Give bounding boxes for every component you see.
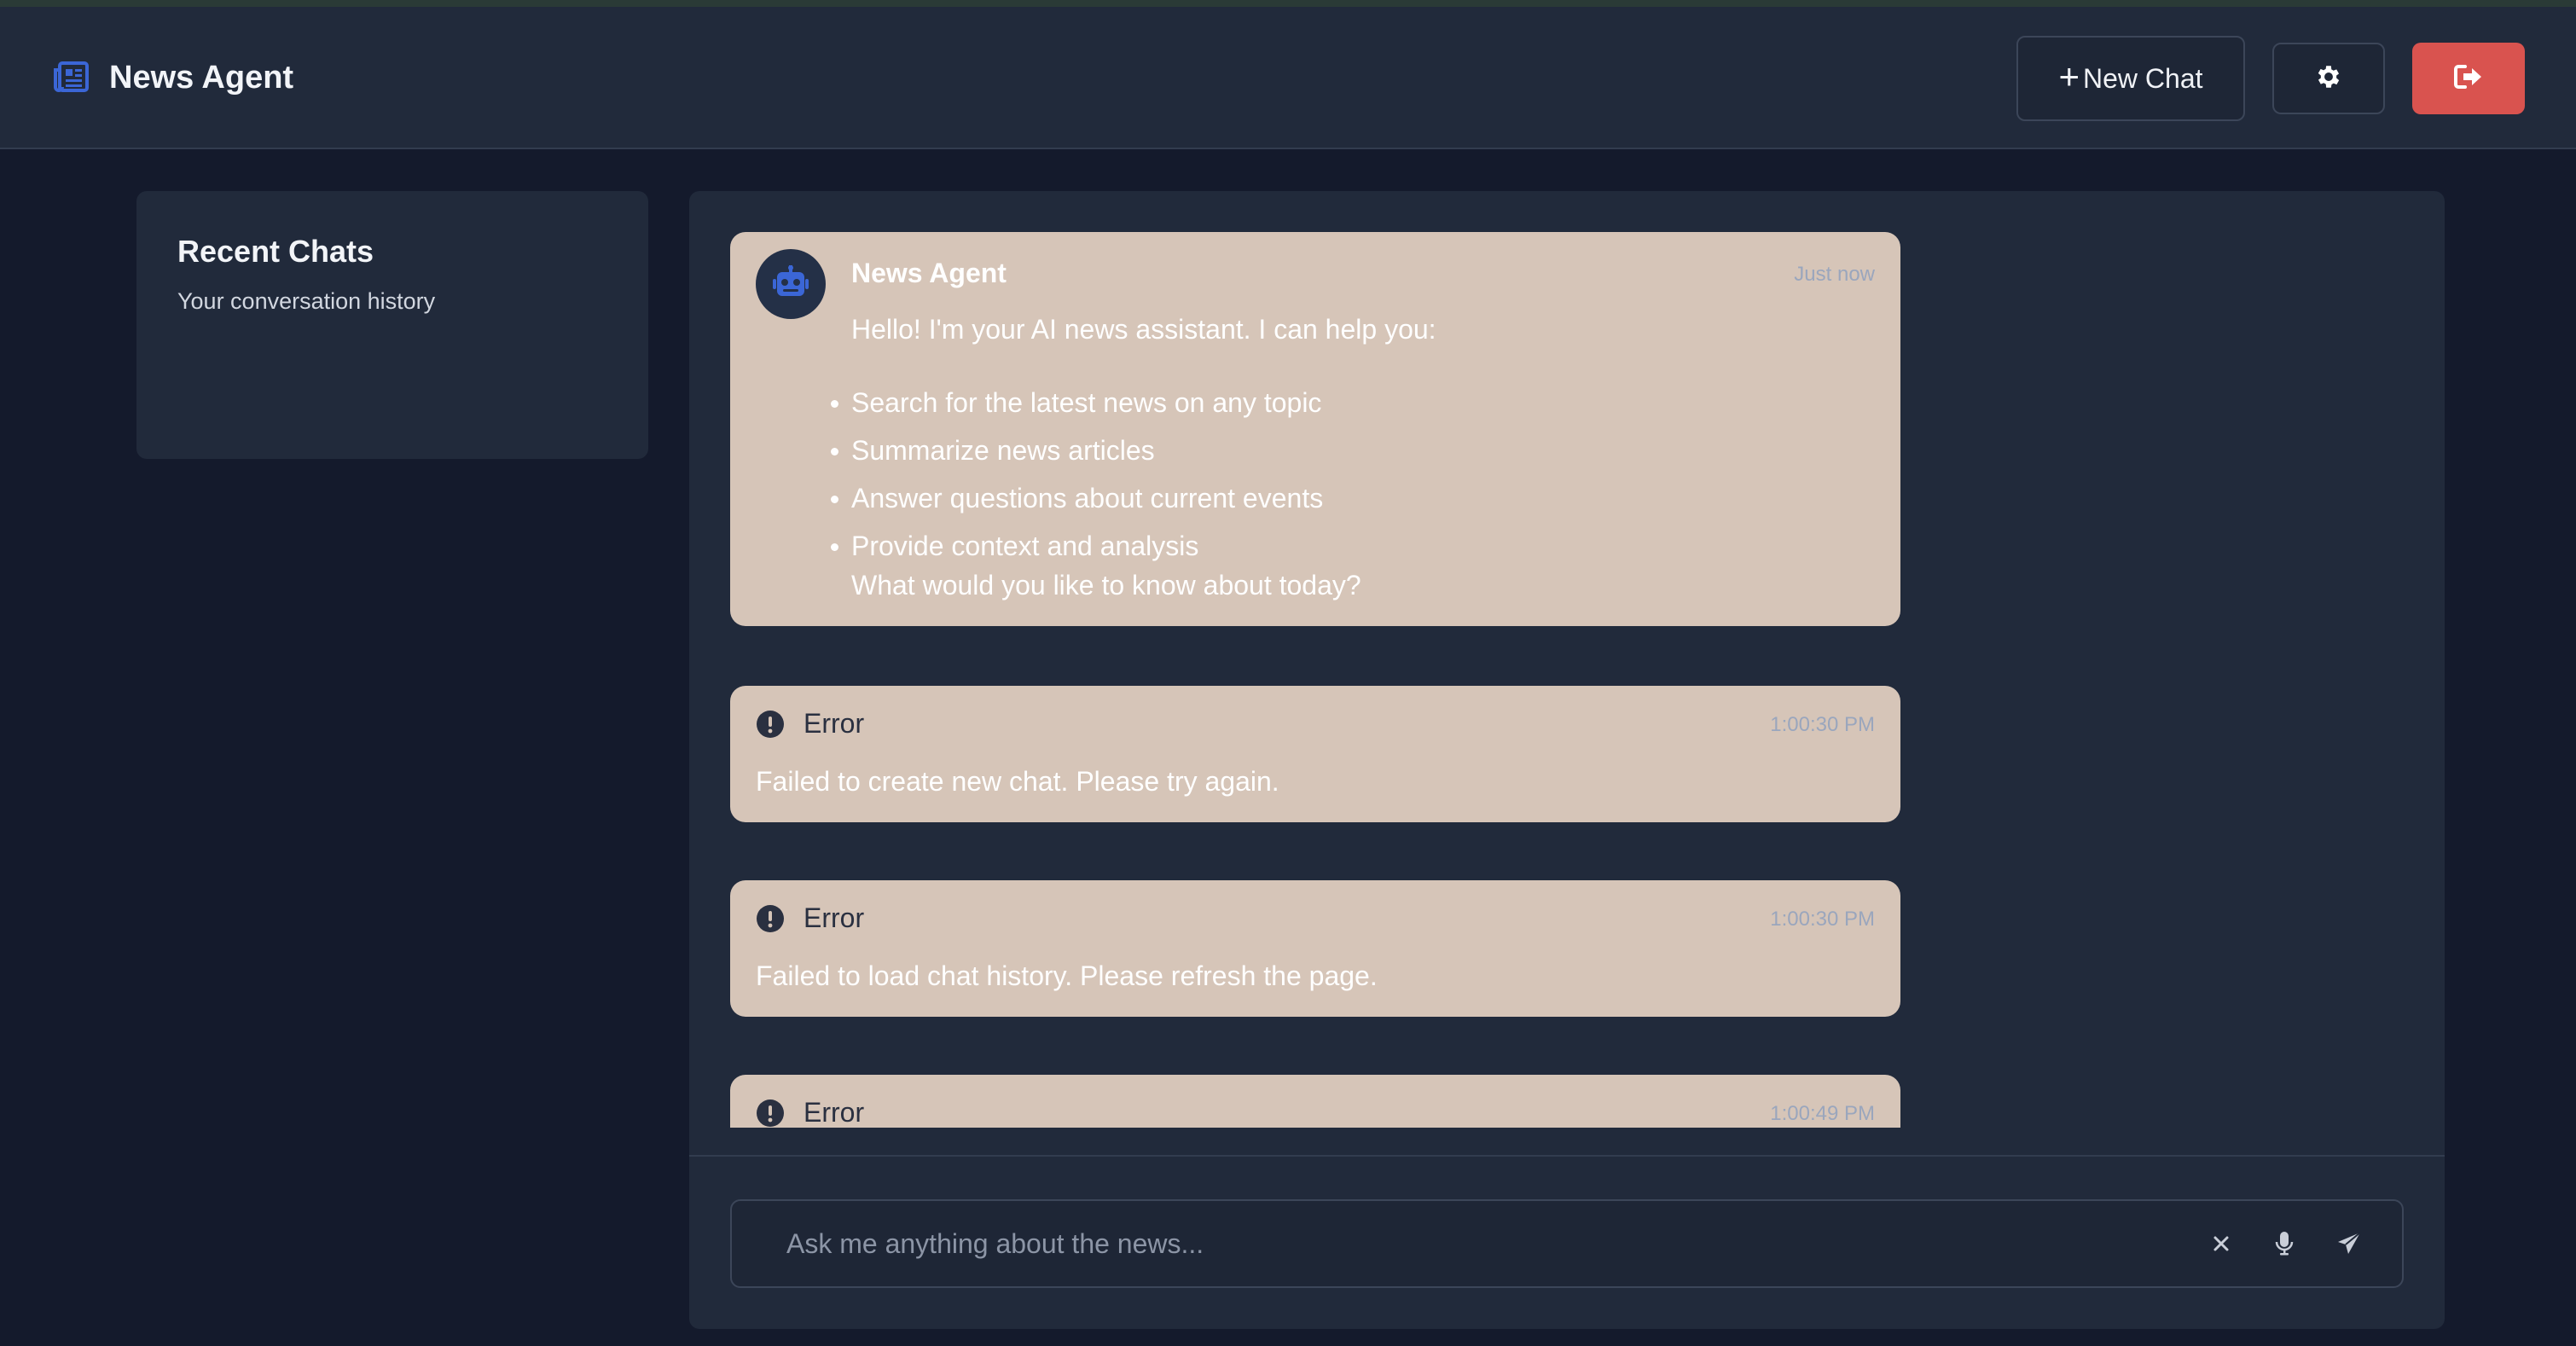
- new-chat-button[interactable]: + New Chat: [2016, 36, 2245, 121]
- error-text: Failed to create new chat. Please try ag…: [756, 766, 1279, 797]
- logout-button[interactable]: [2412, 43, 2525, 114]
- agent-message: News Agent Just now Hello! I'm your AI n…: [730, 232, 1900, 626]
- app-header: News Agent + New Chat: [0, 7, 2576, 149]
- error-title: Error: [804, 708, 865, 739]
- send-icon[interactable]: [2334, 1228, 2364, 1259]
- list-item: Search for the latest news on any topic: [830, 379, 1323, 426]
- message-input[interactable]: [786, 1201, 2151, 1286]
- capabilities-list: Search for the latest news on any topic …: [830, 379, 1323, 570]
- composer-box: [730, 1199, 2404, 1288]
- error-message: Error 1:00:30 PM Failed to load chat his…: [730, 880, 1900, 1017]
- logout-icon: [2453, 63, 2484, 95]
- message-outro: What would you like to know about today?: [851, 570, 1361, 600]
- message-timestamp: 1:00:30 PM: [1770, 713, 1875, 736]
- error-text: Failed to load chat history. Please refr…: [756, 960, 1378, 991]
- list-item: Answer questions about current events: [830, 474, 1323, 522]
- microphone-icon[interactable]: [2269, 1228, 2300, 1259]
- exclamation-circle-icon: [756, 710, 785, 739]
- message-timestamp: Just now: [1794, 263, 1875, 286]
- error-message: Error 1:00:49 PM: [730, 1075, 1900, 1128]
- error-message: Error 1:00:30 PM Failed to create new ch…: [730, 686, 1900, 822]
- window-top-strip: [0, 0, 2576, 7]
- error-title: Error: [804, 1097, 865, 1128]
- message-timestamp: 1:00:30 PM: [1770, 908, 1875, 931]
- exclamation-circle-icon: [756, 1099, 785, 1128]
- gear-icon: [2314, 62, 2343, 96]
- plus-icon: +: [2058, 56, 2080, 96]
- list-item: Summarize news articles: [830, 426, 1323, 474]
- message-list[interactable]: News Agent Just now Hello! I'm your AI n…: [689, 191, 2445, 1128]
- sidebar-subtitle: Your conversation history: [177, 288, 436, 314]
- exclamation-circle-icon: [756, 904, 785, 933]
- settings-button[interactable]: [2272, 43, 2385, 114]
- app-title: News Agent: [109, 60, 294, 96]
- message-sender: News Agent: [851, 258, 1007, 288]
- robot-icon: [772, 264, 809, 304]
- newspaper-icon: [53, 61, 89, 94]
- sidebar-title: Recent Chats: [177, 234, 374, 269]
- error-title: Error: [804, 902, 865, 933]
- recent-chats-panel: Recent Chats Your conversation history: [136, 191, 648, 459]
- message-intro: Hello! I'm your AI news assistant. I can…: [851, 314, 1436, 345]
- new-chat-label: New Chat: [2083, 62, 2203, 94]
- message-timestamp: 1:00:49 PM: [1770, 1102, 1875, 1125]
- chat-panel: News Agent Just now Hello! I'm your AI n…: [689, 191, 2445, 1329]
- clear-icon[interactable]: [2206, 1228, 2237, 1259]
- list-item: Provide context and analysis: [830, 522, 1323, 570]
- composer-area: [689, 1155, 2445, 1329]
- avatar: [756, 249, 826, 319]
